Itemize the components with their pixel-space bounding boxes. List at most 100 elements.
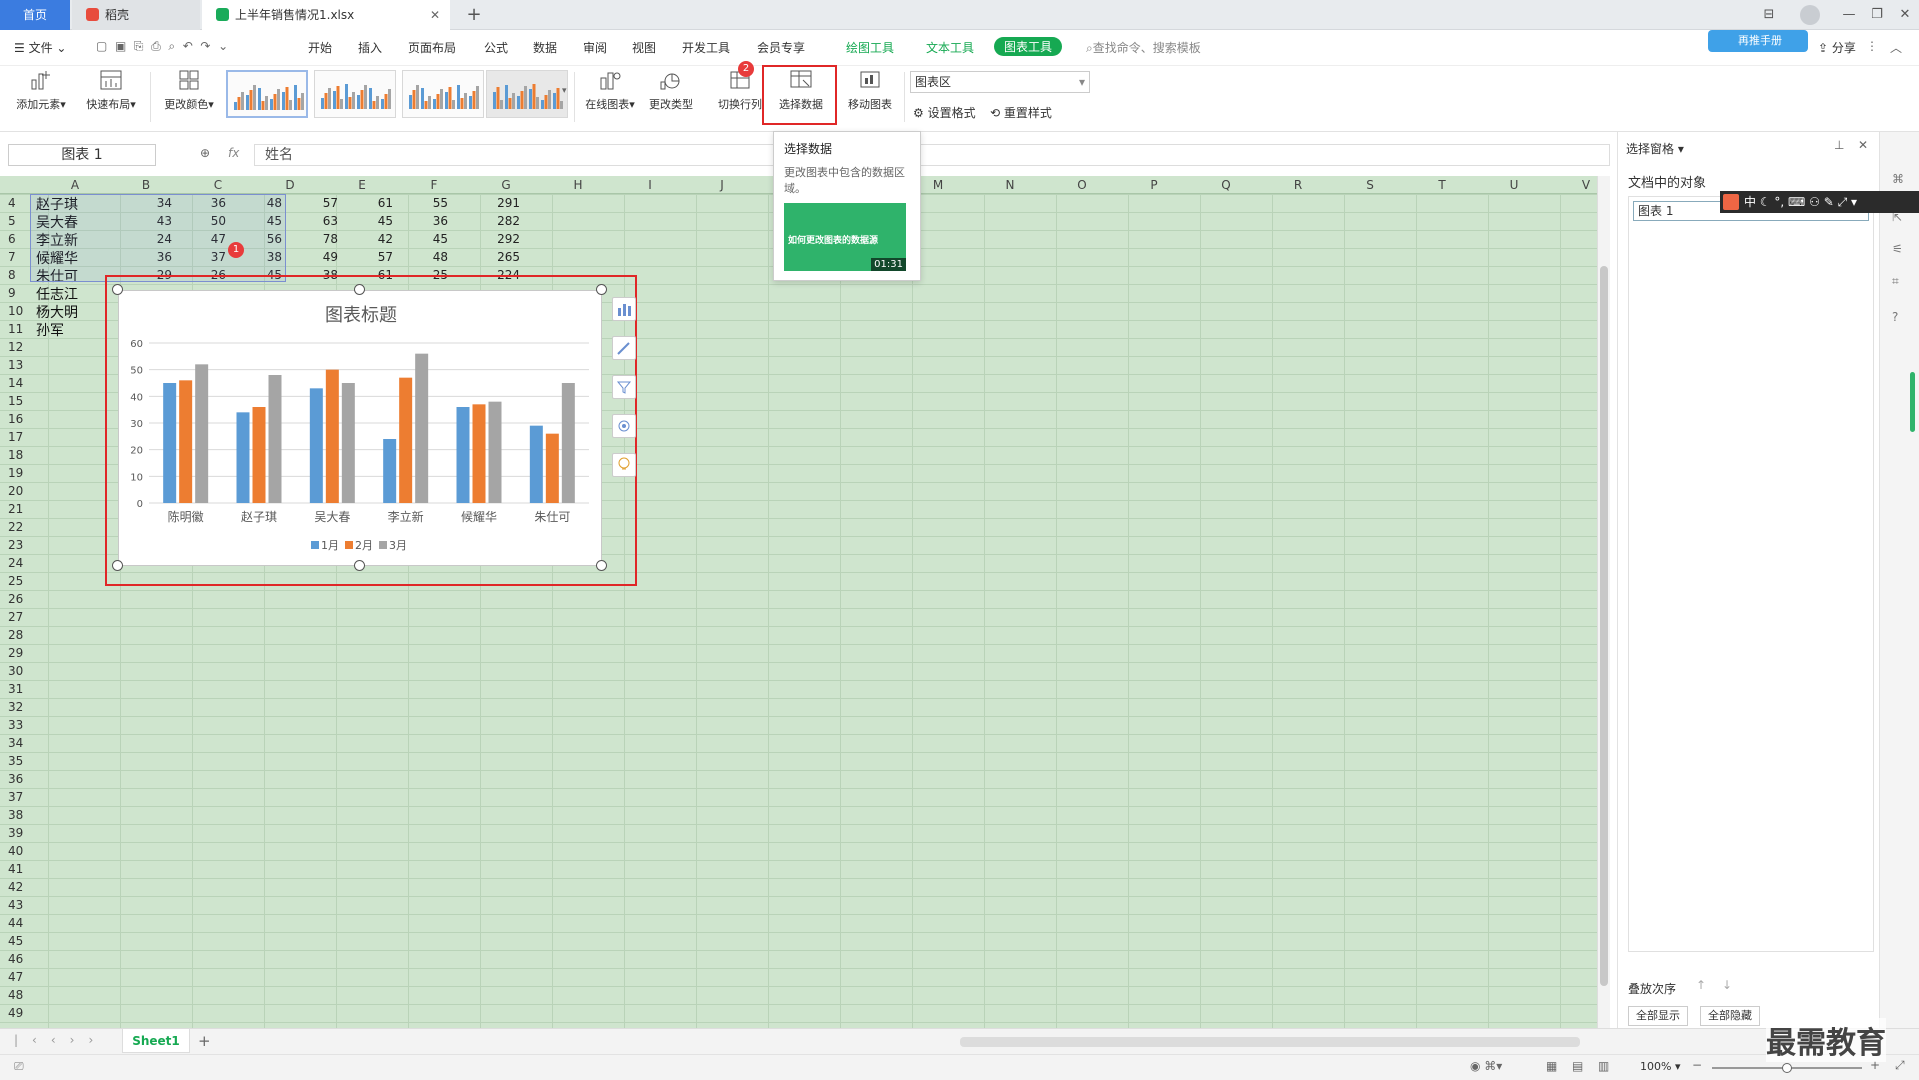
move-chart-button[interactable]: 移动图表 (840, 68, 900, 112)
cell-value[interactable]: 42 (353, 232, 393, 246)
menu-member[interactable]: 会员专享 (757, 39, 805, 56)
cell-value[interactable]: 63 (298, 214, 338, 228)
more-icon[interactable]: ⋮ (1866, 39, 1878, 53)
cell-value[interactable]: 282 (480, 214, 520, 228)
row-header[interactable]: 6 (8, 232, 16, 246)
layout-icon[interactable]: ⊟ (1754, 0, 1784, 30)
column-header-c[interactable]: C (182, 178, 254, 192)
chart-style-3[interactable] (402, 70, 484, 118)
row-header[interactable]: 16 (8, 412, 23, 426)
row-header[interactable]: 12 (8, 340, 23, 354)
tooltip-video[interactable]: 如何更改图表的数据源 01:31 (784, 203, 906, 271)
reset-style-button[interactable]: ⟲ 重置样式 (990, 104, 1052, 121)
show-all-button[interactable]: 全部显示 (1628, 1006, 1688, 1026)
command-search[interactable]: ⌕查找命令、搜索模板 (1086, 39, 1201, 56)
column-header-q[interactable]: Q (1190, 178, 1262, 192)
set-format-button[interactable]: ⚙ 设置格式 (913, 104, 976, 121)
name-box[interactable]: 图表 1 (8, 144, 156, 166)
styles-more-icon[interactable]: ▾ (562, 86, 567, 96)
change-color-button[interactable]: 更改颜色▾ (158, 68, 220, 112)
row-header[interactable]: 25 (8, 574, 23, 588)
eye-protect-icon[interactable]: ◉ ⌘▾ (1470, 1059, 1502, 1073)
row-header[interactable]: 32 (8, 700, 23, 714)
cell-value[interactable]: 45 (353, 214, 393, 228)
close-window-icon[interactable]: ✕ (1890, 0, 1919, 30)
crop-icon[interactable]: ⌗ (1892, 274, 1899, 289)
row-header[interactable]: 28 (8, 628, 23, 642)
shape-icon[interactable]: ⌘ (1892, 172, 1904, 186)
row-header[interactable]: 4 (8, 196, 16, 210)
zoom-level[interactable]: 100% ▾ (1640, 1060, 1680, 1073)
cell-value[interactable]: 55 (408, 196, 448, 210)
page-break-view-icon[interactable]: ▥ (1598, 1059, 1609, 1073)
chart-area-select[interactable]: 图表区 ▾ (910, 71, 1090, 93)
cell-value[interactable]: 57 (298, 196, 338, 210)
cell-name[interactable]: 孙军 (36, 320, 64, 340)
tab-home[interactable]: 首页 (0, 0, 70, 30)
row-header[interactable]: 19 (8, 466, 23, 480)
row-header[interactable]: 31 (8, 682, 23, 696)
row-header[interactable]: 44 (8, 916, 23, 930)
row-header[interactable]: 38 (8, 808, 23, 822)
row-header[interactable]: 22 (8, 520, 23, 534)
row-header[interactable]: 30 (8, 664, 23, 678)
zoom-out-icon[interactable]: − (1692, 1058, 1702, 1072)
row-header[interactable]: 26 (8, 592, 23, 606)
row-header[interactable]: 15 (8, 394, 23, 408)
tab-file[interactable]: 上半年销售情况1.xlsx ✕ (202, 0, 450, 30)
minimize-icon[interactable]: — (1834, 0, 1864, 30)
menu-text-tools[interactable]: 文本工具 (926, 39, 974, 56)
zoom-formula-icon[interactable]: ⊕ (200, 146, 210, 160)
page-layout-view-icon[interactable]: ▤ (1572, 1059, 1583, 1073)
column-header-b[interactable]: B (110, 178, 182, 192)
cell-value[interactable]: 49 (298, 250, 338, 264)
column-header-p[interactable]: P (1118, 178, 1190, 192)
move-down-icon[interactable]: ↓ (1722, 978, 1732, 992)
chart-style-brush-icon[interactable] (612, 336, 636, 360)
ime-toolbar[interactable]: 中 ☾ °, ⌨ ⚇ ✎ ⤢ ▾ (1720, 191, 1919, 213)
menu-drawing-tools[interactable]: 绘图工具 (846, 39, 894, 56)
hide-all-button[interactable]: 全部隐藏 (1700, 1006, 1760, 1026)
resize-handle-bl[interactable] (112, 560, 123, 571)
chart-style-2[interactable] (314, 70, 396, 118)
row-header[interactable]: 8 (8, 268, 16, 282)
column-header-j[interactable]: J (686, 178, 758, 192)
cell-value[interactable]: 48 (408, 250, 448, 264)
column-header-t[interactable]: T (1406, 178, 1478, 192)
close-tab-icon[interactable]: ✕ (430, 0, 440, 30)
horizontal-scrollbar[interactable] (960, 1037, 1580, 1047)
sheet-tab[interactable]: Sheet1 (122, 1029, 190, 1053)
menu-page-layout[interactable]: 页面布局 (408, 39, 456, 56)
cell-value[interactable]: 291 (480, 196, 520, 210)
scroll-indicator[interactable] (1910, 372, 1915, 432)
menu-start[interactable]: 开始 (308, 39, 332, 56)
row-header[interactable]: 48 (8, 988, 23, 1002)
cell-value[interactable]: 265 (480, 250, 520, 264)
zoom-slider-knob[interactable] (1782, 1063, 1792, 1073)
adjust-icon[interactable]: ⚟ (1892, 242, 1903, 256)
column-header-r[interactable]: R (1262, 178, 1334, 192)
cell-value[interactable]: 292 (480, 232, 520, 246)
column-header-o[interactable]: O (1046, 178, 1118, 192)
resize-handle-tr[interactable] (596, 284, 607, 295)
selection-pane-title[interactable]: 选择窗格 ▾ (1626, 140, 1684, 157)
row-header[interactable]: 9 (8, 286, 16, 300)
row-header[interactable]: 34 (8, 736, 23, 750)
move-up-icon[interactable]: ↑ (1696, 978, 1706, 992)
resize-handle-t[interactable] (354, 284, 365, 295)
menu-formula[interactable]: 公式 (484, 39, 508, 56)
menu-chart-tools[interactable]: 图表工具 (994, 37, 1063, 56)
column-header-i[interactable]: I (614, 178, 686, 192)
formula-input[interactable]: 姓名 (254, 144, 1610, 166)
row-header[interactable]: 49 (8, 1006, 23, 1020)
file-menu[interactable]: ☰ 文件 ⌄ (14, 39, 66, 56)
cell-value[interactable]: 61 (353, 196, 393, 210)
menu-view[interactable]: 视图 (632, 39, 656, 56)
row-header[interactable]: 39 (8, 826, 23, 840)
chart-tips-icon[interactable] (612, 453, 636, 477)
row-header[interactable]: 46 (8, 952, 23, 966)
avatar[interactable] (1800, 5, 1820, 25)
cell-name[interactable]: 任志江 (36, 284, 78, 304)
cell-value[interactable]: 45 (408, 232, 448, 246)
row-header[interactable]: 27 (8, 610, 23, 624)
